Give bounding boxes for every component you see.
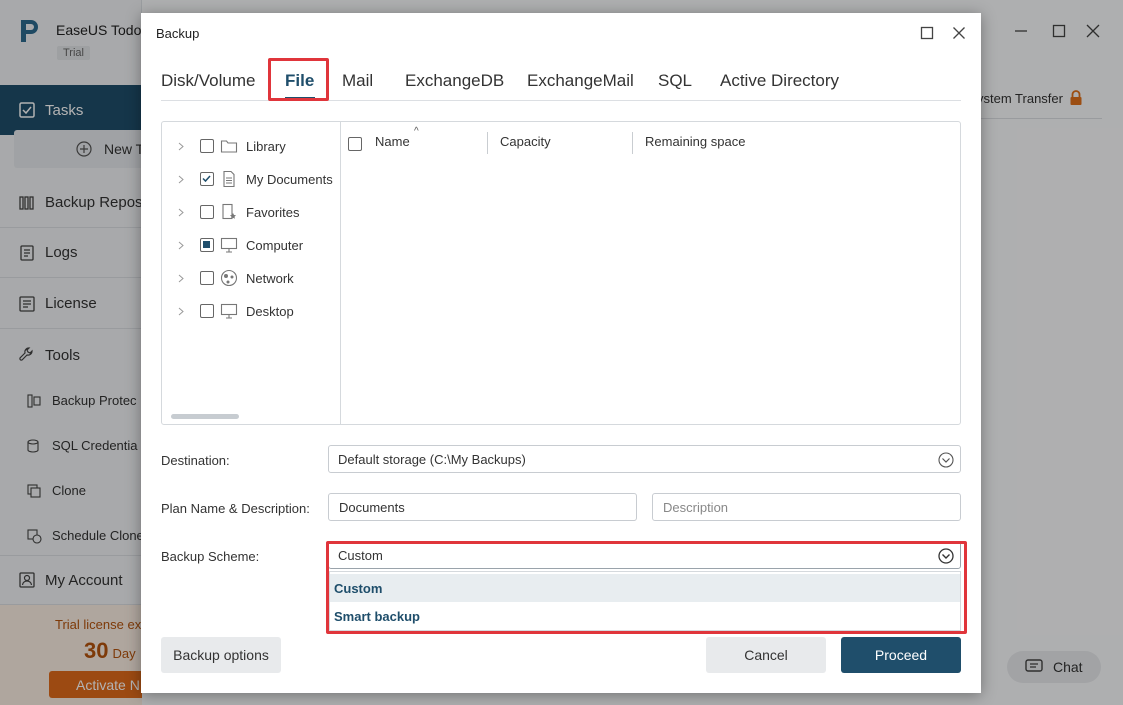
tree-item-label: Computer — [246, 238, 304, 253]
tree-item-computer[interactable]: Computer — [162, 229, 341, 262]
dialog-title: Backup — [156, 26, 200, 41]
expand-arrow-icon[interactable] — [178, 274, 185, 283]
tree-item-favorites[interactable]: Favorites — [162, 196, 341, 229]
close-icon[interactable] — [952, 26, 966, 40]
file-selection-panel: Library My Documents Favorites Computer — [161, 121, 961, 425]
cancel-button[interactable]: Cancel — [706, 637, 826, 673]
tree-item-label: Network — [246, 271, 294, 286]
tab-exchangedb[interactable]: ExchangeDB — [405, 71, 504, 91]
column-header-name[interactable]: Name — [375, 134, 410, 149]
tree-item-label: Library — [246, 139, 286, 154]
checkbox[interactable] — [200, 139, 214, 153]
column-separator[interactable] — [632, 132, 633, 154]
tree-item-library[interactable]: Library — [162, 130, 341, 163]
tree-item-desktop[interactable]: Desktop — [162, 295, 341, 328]
destination-select[interactable]: Default storage (C:\My Backups) — [328, 445, 961, 473]
backup-options-button[interactable]: Backup options — [161, 637, 281, 673]
destination-value: Default storage (C:\My Backups) — [338, 451, 526, 467]
horizontal-scrollbar[interactable] — [171, 414, 239, 419]
tree-item-label: Desktop — [246, 304, 294, 319]
column-separator[interactable] — [487, 132, 488, 154]
description-input[interactable]: Description — [652, 493, 961, 521]
plan-name-input[interactable]: Documents — [328, 493, 637, 521]
checkbox[interactable] — [200, 205, 214, 219]
expand-arrow-icon[interactable] — [178, 241, 185, 250]
chevron-down-icon — [938, 452, 954, 468]
tab-sql[interactable]: SQL — [658, 71, 692, 91]
tab-mail[interactable]: Mail — [342, 71, 373, 91]
checkbox-partial[interactable] — [200, 238, 214, 252]
expand-arrow-icon[interactable] — [178, 175, 185, 184]
tree-item-network[interactable]: Network — [162, 262, 341, 295]
expand-arrow-icon[interactable] — [178, 208, 185, 217]
checkbox[interactable] — [200, 304, 214, 318]
maximize-icon[interactable] — [920, 26, 934, 40]
tree-item-my-documents[interactable]: My Documents — [162, 163, 341, 196]
backup-dialog: Backup Disk/Volume File Mail ExchangeDB … — [141, 13, 981, 693]
expand-arrow-icon[interactable] — [178, 307, 185, 316]
tree-item-label: My Documents — [246, 172, 333, 187]
tab-disk-volume[interactable]: Disk/Volume — [161, 71, 255, 91]
column-header-remaining-space[interactable]: Remaining space — [645, 134, 745, 149]
tab-active-directory[interactable]: Active Directory — [720, 71, 839, 91]
checkbox[interactable] — [200, 271, 214, 285]
document-icon — [223, 170, 235, 188]
plan-label: Plan Name & Description: — [161, 501, 310, 516]
network-icon — [220, 269, 238, 287]
column-header-capacity[interactable]: Capacity — [500, 134, 551, 149]
tree-item-label: Favorites — [246, 205, 300, 220]
desktop-icon — [220, 303, 238, 319]
checkmark-icon — [202, 175, 211, 183]
computer-icon — [220, 237, 238, 253]
tab-exchangemail[interactable]: ExchangeMail — [527, 71, 634, 91]
highlight-box-file-tab — [268, 58, 329, 101]
folder-tree: Library My Documents Favorites Computer — [162, 122, 341, 424]
folder-icon — [220, 140, 238, 153]
select-all-checkbox[interactable] — [348, 137, 362, 151]
checkbox-checked[interactable] — [200, 172, 214, 186]
sort-indicator-icon: ^ — [414, 126, 419, 137]
expand-arrow-icon[interactable] — [178, 142, 185, 151]
highlight-box-backup-scheme — [326, 541, 967, 634]
backup-scheme-label: Backup Scheme: — [161, 549, 260, 564]
proceed-button[interactable]: Proceed — [841, 637, 961, 673]
favorites-icon — [222, 203, 236, 220]
destination-label: Destination: — [161, 453, 230, 468]
